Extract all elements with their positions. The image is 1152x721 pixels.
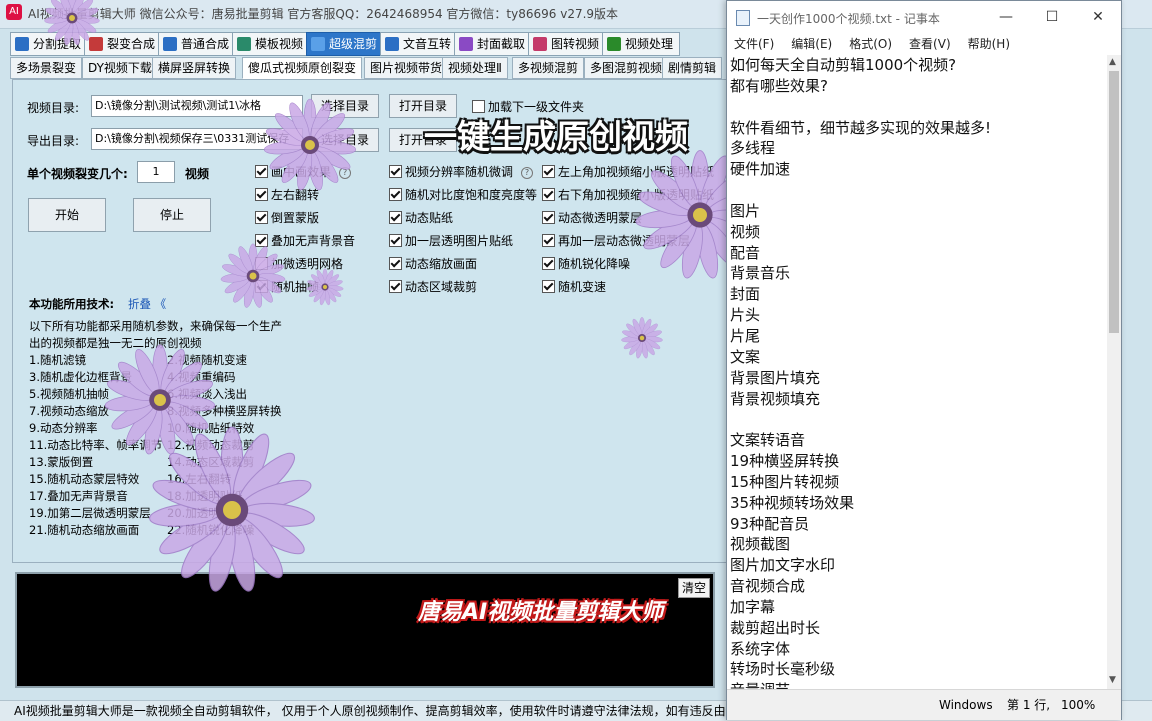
text-line: 多线程 bbox=[730, 139, 776, 158]
text-line: 封面 bbox=[730, 285, 761, 304]
text-line bbox=[729, 409, 1105, 430]
notepad-file-icon bbox=[736, 10, 750, 26]
caption-main: 一键生成原创视频 bbox=[424, 117, 688, 156]
text-line: 音视频合成 bbox=[730, 577, 806, 596]
text-line bbox=[729, 97, 1105, 118]
text-line: 35种视频转场效果 bbox=[730, 493, 855, 512]
text-line: 19种横竖屏转换 bbox=[730, 452, 840, 471]
flower-icon bbox=[306, 268, 344, 306]
text-line: 视频截图 bbox=[730, 535, 791, 554]
notepad-text-area[interactable]: 如何每天全自动剪辑1000个视频? 都有哪些效果? 软件看细节，细节越多实现的效果越… bbox=[729, 55, 1105, 689]
menu-item[interactable]: 文件(F) bbox=[734, 33, 774, 55]
notepad-scroll-thumb[interactable] bbox=[1109, 71, 1119, 333]
text-line: 图片加文字水印 bbox=[730, 556, 836, 575]
status-position: 第 1 行, bbox=[1007, 698, 1051, 712]
text-line: 裁剪超出时长 bbox=[730, 618, 821, 637]
text-line: 15种图片转视频 bbox=[730, 472, 840, 491]
text-line: 音量调节 bbox=[729, 680, 1105, 689]
status-zoom: 100% bbox=[1061, 698, 1096, 712]
scroll-up-icon[interactable]: ▲ bbox=[1109, 57, 1116, 67]
flower-icon bbox=[220, 243, 286, 309]
text-line: 背景音乐 bbox=[730, 264, 791, 283]
text-line: 文案转语音 bbox=[730, 431, 806, 450]
notepad-title-bar: 一天创作1000个视频.txt - 记事本 — ☐ ✕ bbox=[727, 1, 1121, 33]
text-line: 都有哪些效果? bbox=[730, 76, 828, 95]
text-line: 背景视频填充 bbox=[730, 389, 821, 408]
menu-item[interactable]: 帮助(H) bbox=[968, 33, 1010, 55]
minimize-button[interactable]: — bbox=[983, 1, 1029, 33]
text-line: 如何每天全自动剪辑1000个视频? bbox=[730, 56, 957, 74]
flower-icon bbox=[620, 317, 664, 360]
notepad-window: 一天创作1000个视频.txt - 记事本 — ☐ ✕ 文件(F) 编辑(E) 格式… bbox=[726, 0, 1122, 720]
text-line: 转场时长毫秒级 bbox=[730, 660, 836, 679]
text-line: 文案 bbox=[730, 347, 761, 366]
text-line: 视频 bbox=[730, 222, 761, 241]
flower-icon bbox=[43, 0, 101, 47]
notepad-status-bar: Windows 第 1 行, 100% bbox=[727, 689, 1121, 720]
flower-icon bbox=[263, 98, 357, 192]
menu-item[interactable]: 格式(O) bbox=[849, 33, 892, 55]
caption-brand: 唐易AI视频批量剪辑大师 bbox=[418, 600, 664, 625]
text-line: 图片 bbox=[730, 201, 761, 220]
status-encoding: Windows bbox=[939, 698, 993, 712]
text-line: 93种配音员 bbox=[730, 514, 810, 533]
menu-item[interactable]: 编辑(E) bbox=[791, 33, 832, 55]
text-line: 配音 bbox=[730, 243, 761, 262]
text-line: 加字幕 bbox=[730, 597, 776, 616]
scroll-down-icon[interactable]: ▼ bbox=[1109, 675, 1116, 685]
menu-item[interactable]: 查看(V) bbox=[909, 33, 951, 55]
notepad-title: 一天创作1000个视频.txt - 记事本 bbox=[757, 12, 940, 26]
text-line: 软件看细节，细节越多实现的效果越多! bbox=[730, 118, 992, 137]
text-line: 背景图片填充 bbox=[730, 368, 821, 387]
text-line bbox=[729, 180, 1105, 201]
text-line: 片头 bbox=[730, 306, 761, 325]
text-line: 硬件加速 bbox=[730, 160, 791, 179]
text-line: 片尾 bbox=[730, 326, 761, 345]
notepad-menu-bar: 文件(F) 编辑(E) 格式(O) 查看(V) 帮助(H) bbox=[727, 33, 1121, 55]
text-line: 系统字体 bbox=[730, 639, 791, 658]
maximize-button[interactable]: ☐ bbox=[1029, 1, 1075, 33]
close-button[interactable]: ✕ bbox=[1075, 1, 1121, 33]
